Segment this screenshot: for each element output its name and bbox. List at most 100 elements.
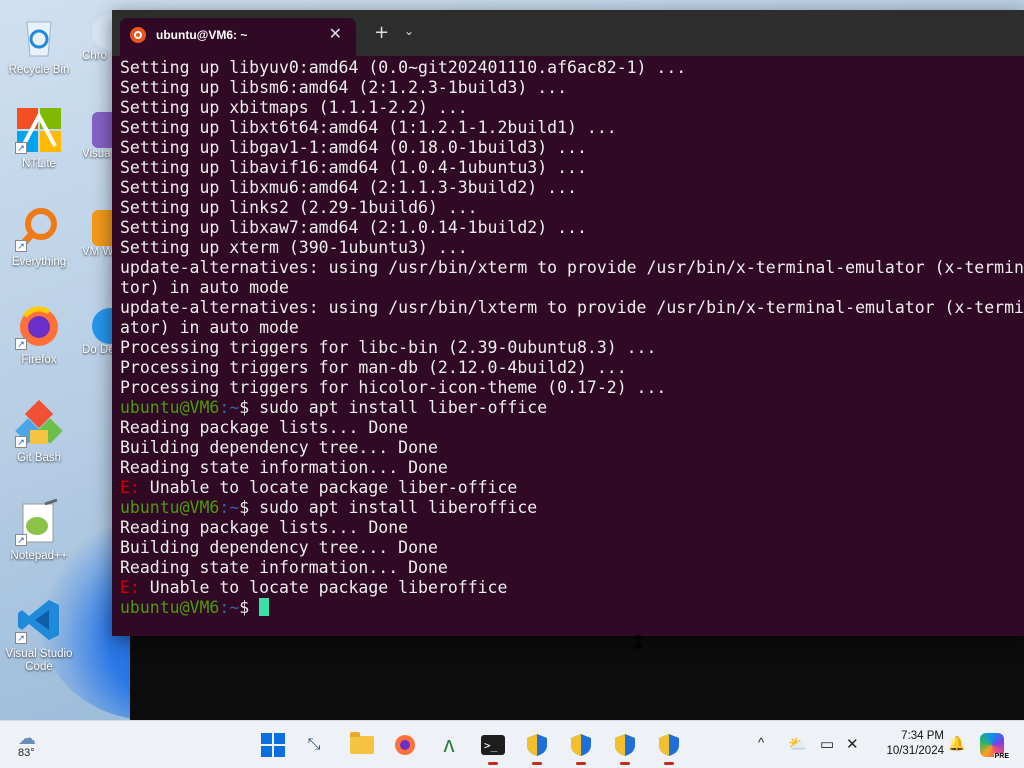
- desktop-icon-notepad-plus-plus[interactable]: ↗ Notepad++: [0, 498, 78, 563]
- output-text: Setting up xterm (390-1ubuntu3) ...: [120, 238, 468, 257]
- copilot-badge: PRE: [993, 753, 1010, 760]
- shield-app-3[interactable]: [611, 731, 639, 765]
- desktop-icon-recycle-bin[interactable]: Recycle Bin: [0, 12, 78, 77]
- pinned-app-arrow[interactable]: ⤡: [300, 731, 328, 759]
- ntlite-icon: ↗: [15, 106, 63, 154]
- pinned-app-n[interactable]: ʌ: [435, 731, 463, 759]
- output-text: Setting up libxmu6:amd64 (2:1.1.3-3build…: [120, 178, 577, 197]
- new-tab-button[interactable]: +: [374, 22, 389, 43]
- active-indicator: [620, 762, 630, 765]
- desktop-icon-label: Git Bash: [16, 452, 62, 464]
- output-text: Processing triggers for man-db (2.12.0-4…: [120, 358, 627, 377]
- resize-cursor-icon: ↕: [630, 630, 647, 654]
- notepad-plus-plus-icon: ↗: [15, 498, 63, 546]
- output-text: Setting up libxt6t64:amd64 (1:1.2.1-1.2b…: [120, 118, 617, 137]
- output-text: Setting up libavif16:amd64 (1.0.4-1ubunt…: [120, 158, 587, 177]
- vscode-icon: ↗: [15, 596, 63, 644]
- output-text: Setting up xbitmaps (1.1.1-2.2) ...: [120, 98, 468, 117]
- output-text: update-alternatives: using /usr/bin/xter…: [120, 258, 1024, 277]
- output-text: Reading state information... Done: [120, 558, 448, 577]
- desktop-icon-everything[interactable]: ↗ Everything: [0, 204, 78, 269]
- error-text: Unable to locate package liber-office: [139, 478, 518, 497]
- terminal-line: Setting up libgav1-1:amd64 (0.18.0-1buil…: [120, 138, 1024, 158]
- tab-title: ubuntu@VM6: ~: [156, 28, 248, 42]
- tab-dropdown-button[interactable]: ⌄: [404, 24, 414, 38]
- terminal-line: Setting up xterm (390-1ubuntu3) ...: [120, 238, 1024, 258]
- terminal-line: E: Unable to locate package liberoffice: [120, 578, 1024, 598]
- terminal-line: Reading package lists... Done: [120, 418, 1024, 438]
- output-text: Building dependency tree... Done: [120, 438, 438, 457]
- shield-app-1[interactable]: [523, 731, 551, 765]
- start-button[interactable]: [259, 731, 287, 759]
- terminal-line: Reading state information... Done: [120, 558, 1024, 578]
- network-icon[interactable]: ▭: [820, 735, 834, 753]
- terminal-output[interactable]: Setting up libyuv0:amd64 (0.0~git2024011…: [112, 56, 1024, 636]
- clock-date: 10/31/2024: [886, 745, 944, 757]
- weather-widget[interactable]: ☁ 83°: [18, 729, 36, 759]
- terminal-window[interactable]: ubuntu@VM6: ~ ✕ + ⌄ Setting up libyuv0:a…: [112, 10, 1024, 636]
- active-indicator: [576, 762, 586, 765]
- terminal-line: Building dependency tree... Done: [120, 438, 1024, 458]
- error-prefix: E:: [120, 478, 140, 497]
- shield-icon: [526, 733, 548, 757]
- terminal-line: Setting up libxt6t64:amd64 (1:1.2.1-1.2b…: [120, 118, 1024, 138]
- terminal-tab[interactable]: ubuntu@VM6: ~ ✕: [120, 18, 356, 56]
- terminal-line: Reading package lists... Done: [120, 518, 1024, 538]
- output-text: Setting up libxaw7:amd64 (2:1.0.14-1buil…: [120, 218, 587, 237]
- active-indicator: [664, 762, 674, 765]
- prompt-command: $: [239, 598, 260, 617]
- output-text: Setting up libyuv0:amd64 (0.0~git2024011…: [120, 58, 687, 77]
- shortcut-arrow-icon: ↗: [15, 240, 27, 252]
- output-text: tor) in auto mode: [120, 278, 289, 297]
- desktop-icon-firefox[interactable]: ↗ Firefox: [0, 302, 78, 367]
- cloud-offline-icon[interactable]: ⛅: [788, 735, 807, 753]
- desktop-icon-label: Recycle Bin: [8, 64, 70, 76]
- volume-muted-icon[interactable]: ✕: [846, 735, 859, 753]
- desktop-icon-label: Visual Studio Code: [5, 648, 73, 673]
- terminal-taskbar-button[interactable]: >_: [479, 731, 507, 765]
- terminal-line: Processing triggers for hicolor-icon-the…: [120, 378, 1024, 398]
- firefox-icon: ↗: [15, 302, 63, 350]
- terminal-line: Building dependency tree... Done: [120, 538, 1024, 558]
- terminal-line: update-alternatives: using /usr/bin/lxte…: [120, 298, 1024, 318]
- terminal-line: Setting up libyuv0:amd64 (0.0~git2024011…: [120, 58, 1024, 78]
- clock[interactable]: 7:34 PM 10/31/2024: [876, 729, 944, 759]
- firefox-taskbar-button[interactable]: [391, 731, 419, 759]
- terminal-line: Reading state information... Done: [120, 458, 1024, 478]
- background-terminal-window[interactable]: [130, 632, 1024, 720]
- shortcut-arrow-icon: ↗: [15, 142, 27, 154]
- shortcut-arrow-icon: ↗: [15, 436, 27, 448]
- terminal-line: update-alternatives: using /usr/bin/xter…: [120, 258, 1024, 278]
- terminal-line: Setting up libxaw7:amd64 (2:1.0.14-1buil…: [120, 218, 1024, 238]
- prompt-path: :~: [219, 398, 240, 417]
- shield-icon: [658, 733, 680, 757]
- output-text: Building dependency tree... Done: [120, 538, 438, 557]
- prompt-user: ubuntu@VM6: [120, 498, 220, 517]
- prompt-command: $ sudo apt install liber-office: [239, 398, 548, 417]
- terminal-titlebar[interactable]: ubuntu@VM6: ~ ✕ + ⌄: [112, 10, 1024, 56]
- output-text: Processing triggers for hicolor-icon-the…: [120, 378, 667, 397]
- shield-app-4[interactable]: [655, 731, 683, 765]
- shortcut-arrow-icon: ↗: [15, 632, 27, 644]
- prompt-path: :~: [219, 598, 240, 617]
- desktop-icon-git-bash[interactable]: ↗ Git Bash: [0, 399, 78, 465]
- desktop-icon-label: Notepad++: [10, 550, 68, 562]
- active-indicator: [488, 762, 498, 765]
- terminal-line: Setting up xbitmaps (1.1.1-2.2) ...: [120, 98, 1024, 118]
- notification-bell-icon[interactable]: 🔔: [948, 735, 965, 752]
- prompt-path: :~: [219, 498, 240, 517]
- shortcut-arrow-icon: ↗: [15, 534, 27, 546]
- terminal-icon: >_: [481, 735, 505, 755]
- tray-overflow-chevron-icon[interactable]: ^: [758, 735, 764, 750]
- shield-icon: [614, 733, 636, 757]
- tab-close-button[interactable]: ✕: [329, 24, 342, 44]
- desktop-icon-vscode[interactable]: ↗ Visual Studio Code: [0, 596, 78, 674]
- copilot-icon[interactable]: PRE: [980, 733, 1010, 760]
- text-cursor: [259, 598, 270, 616]
- shield-app-2[interactable]: [567, 731, 595, 765]
- output-text: Setting up libgav1-1:amd64 (0.18.0-1buil…: [120, 138, 587, 157]
- app-n-icon: ʌ: [443, 732, 455, 757]
- desktop-icon-ntlite[interactable]: ↗ NTLite: [0, 106, 78, 171]
- file-explorer-button[interactable]: [348, 731, 376, 759]
- prompt-command: $ sudo apt install liberoffice: [239, 498, 538, 517]
